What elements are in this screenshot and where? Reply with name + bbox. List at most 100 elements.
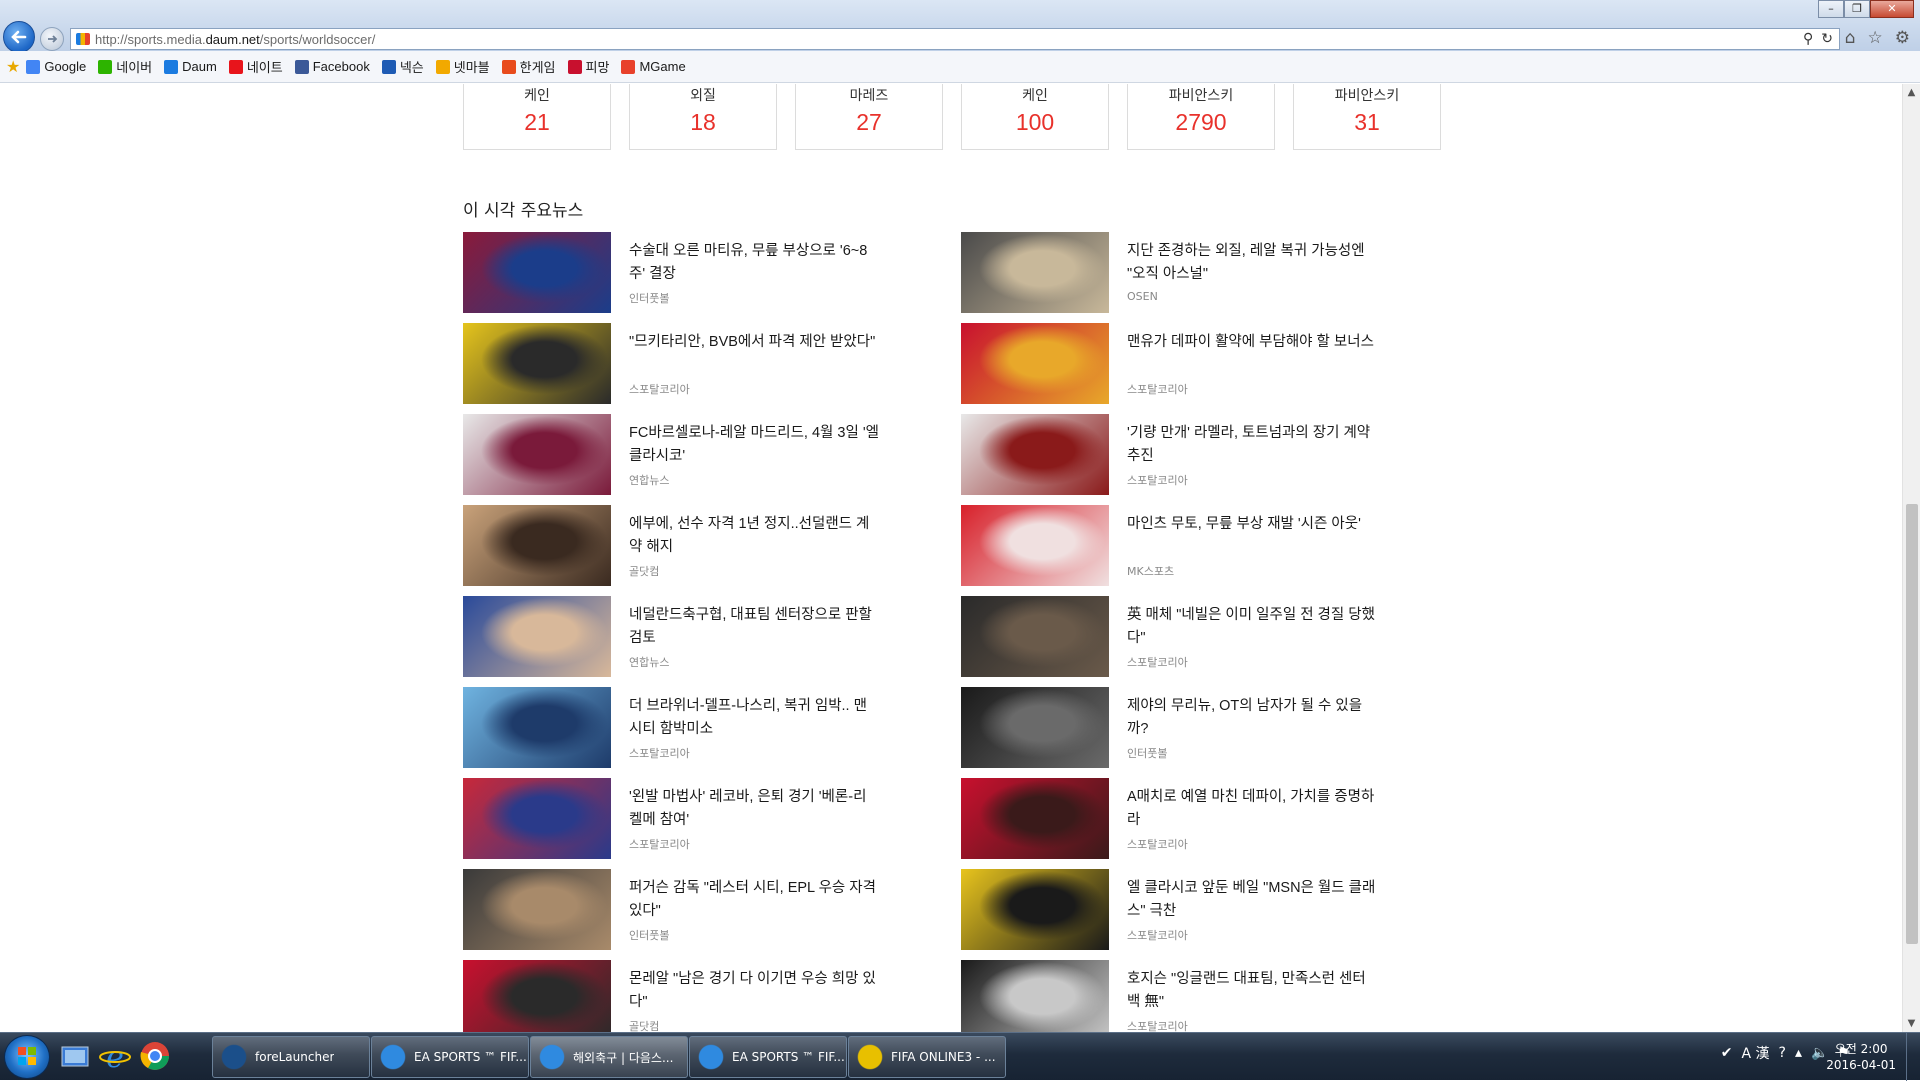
taskbar-window-button[interactable]: EA SPORTS ™ FIF... [689,1036,847,1078]
favorite-link[interactable]: Facebook [294,57,370,76]
news-headline[interactable]: 에부에, 선수 자격 1년 정지..선덜랜드 계약 해지 [629,513,879,559]
favorite-link[interactable]: 넷마블 [435,57,490,76]
favorite-link[interactable]: 피망 [567,57,609,76]
stat-card[interactable]: 케인 100 [961,84,1109,150]
favorite-link[interactable]: MGame [621,57,686,76]
back-button[interactable] [3,21,35,53]
news-item[interactable]: 엘 클라시코 앞둔 베일 "MSN은 월드 클래스" 극찬 스포탈코리아 [961,869,1411,960]
news-item[interactable]: 英 매체 "네빌은 이미 일주일 전 경질 당했다" 스포탈코리아 [961,596,1411,687]
ime-indicator[interactable]: A 漢 [1742,1043,1770,1063]
news-thumbnail[interactable] [463,596,611,677]
news-item[interactable]: 더 브라위너-델프-나스리, 복귀 임박.. 맨시티 함박미소 스포탈코리아 [463,687,913,778]
news-headline[interactable]: 지단 존경하는 외질, 레알 복귀 가능성엔 "오직 아스널" [1127,240,1377,286]
news-headline[interactable]: 네덜란드축구협, 대표팀 센터장으로 판할 검토 [629,604,879,650]
stat-card[interactable]: 파비안스키 31 [1293,84,1441,150]
news-item[interactable]: 에부에, 선수 자격 1년 정지..선덜랜드 계약 해지 골닷컴 [463,505,913,596]
news-item[interactable]: 마인츠 무토, 무릎 부상 재발 '시즌 아웃' MK스포츠 [961,505,1411,596]
close-button[interactable]: ✕ [1870,0,1914,18]
news-item[interactable]: 지단 존경하는 외질, 레알 복귀 가능성엔 "오직 아스널" OSEN [961,232,1411,323]
scroll-down-icon[interactable]: ▼ [1903,1015,1920,1032]
news-thumbnail[interactable] [961,323,1109,404]
tray-expand-icon[interactable]: ▴ [1795,1045,1802,1061]
refresh-icon[interactable]: ↻ [1821,31,1833,47]
news-headline[interactable]: 엘 클라시코 앞둔 베일 "MSN은 월드 클래스" 극찬 [1127,877,1377,923]
favorite-link[interactable]: Google [26,57,86,76]
address-bar[interactable]: http://sports.media.daum.net/sports/worl… [70,28,1840,50]
news-item[interactable]: 퍼거슨 감독 "레스터 시티, EPL 우승 자격있다" 인터풋볼 [463,869,913,960]
news-thumbnail[interactable] [463,505,611,586]
vertical-scrollbar[interactable]: ▲ ▼ [1902,84,1920,1032]
favorite-link[interactable]: 네이버 [98,57,152,76]
news-headline[interactable]: '기량 만개' 라멜라, 토트넘과의 장기 계약 추진 [1127,422,1377,468]
forward-button[interactable] [40,27,64,51]
favorites-icon[interactable]: ☆ [1868,28,1883,48]
favorite-link[interactable]: 한게임 [501,57,556,76]
scroll-thumb[interactable] [1906,504,1918,944]
news-headline[interactable]: 英 매체 "네빌은 이미 일주일 전 경질 당했다" [1127,604,1377,650]
taskbar-window-button[interactable]: FIFA ONLINE3 - ... [848,1036,1006,1078]
news-item[interactable]: 맨유가 데파이 활약에 부담해야 할 보너스 스포탈코리아 [961,323,1411,414]
news-item[interactable]: '왼발 마법사' 레코바, 은퇴 경기 '베론-리켈메 참여' 스포탈코리아 [463,778,913,869]
search-icon[interactable]: ⚲ [1803,31,1813,47]
news-thumbnail[interactable] [961,778,1109,859]
favorite-link[interactable]: Daum [164,57,217,76]
news-headline[interactable]: 호지슨 "잉글랜드 대표팀, 만족스런 센터백 無" [1127,968,1377,1014]
taskbar-window-button[interactable]: foreLauncher [212,1036,370,1078]
maximize-button[interactable]: ❐ [1844,0,1870,18]
news-headline[interactable]: 몬레알 "남은 경기 다 이기면 우승 희망 있다" [629,968,879,1014]
news-thumbnail[interactable] [463,232,611,313]
stat-card[interactable]: 파비안스키 2790 [1127,84,1275,150]
news-thumbnail[interactable] [463,960,611,1032]
favorite-link[interactable]: 네이트 [228,57,283,76]
news-headline[interactable]: 마인츠 무토, 무릎 부상 재발 '시즌 아웃' [1127,513,1377,536]
news-thumbnail[interactable] [961,960,1109,1032]
news-thumbnail[interactable] [463,778,611,859]
favorite-link[interactable]: 넥슨 [381,57,424,76]
minimize-button[interactable]: – [1818,0,1844,18]
chrome-pinned-icon[interactable] [138,1039,172,1073]
scroll-up-icon[interactable]: ▲ [1903,84,1920,101]
news-thumbnail[interactable] [961,687,1109,768]
news-headline[interactable]: "므키타리안, BVB에서 파격 제안 받았다" [629,331,879,354]
stat-card[interactable]: 외질 18 [629,84,777,150]
news-thumbnail[interactable] [463,414,611,495]
news-thumbnail[interactable] [961,505,1109,586]
news-item[interactable]: "므키타리안, BVB에서 파격 제안 받았다" 스포탈코리아 [463,323,913,414]
stat-card[interactable]: 케인 21 [463,84,611,150]
news-thumbnail[interactable] [463,687,611,768]
news-headline[interactable]: 퍼거슨 감독 "레스터 시티, EPL 우승 자격있다" [629,877,879,923]
news-item[interactable]: 네덜란드축구협, 대표팀 센터장으로 판할 검토 연합뉴스 [463,596,913,687]
news-thumbnail[interactable] [463,869,611,950]
news-item[interactable]: 몬레알 "남은 경기 다 이기면 우승 희망 있다" 골닷컴 [463,960,913,1032]
news-headline[interactable]: 맨유가 데파이 활약에 부담해야 할 보너스 [1127,331,1377,354]
explorer-pinned-icon[interactable] [58,1039,92,1073]
news-headline[interactable]: 제야의 무리뉴, OT의 남자가 될 수 있을까? [1127,695,1377,741]
news-item[interactable]: FC바르셀로나-레알 마드리드, 4월 3일 '엘 클라시코' 연합뉴스 [463,414,913,505]
home-icon[interactable]: ⌂ [1845,28,1856,48]
clock[interactable]: 오전 2:00 2016-04-01 [1826,1041,1896,1073]
news-thumbnail[interactable] [463,323,611,404]
news-headline[interactable]: '왼발 마법사' 레코바, 은퇴 경기 '베론-리켈메 참여' [629,786,879,832]
stat-card[interactable]: 마레즈 27 [795,84,943,150]
internet-explorer-pinned-icon[interactable]: e [98,1039,132,1073]
taskbar-window-button[interactable]: EA SPORTS ™ FIF... [371,1036,529,1078]
news-item[interactable]: 호지슨 "잉글랜드 대표팀, 만족스런 센터백 無" 스포탈코리아 [961,960,1411,1032]
taskbar-window-button[interactable]: 해외축구 | 다음스... [530,1036,688,1078]
news-thumbnail[interactable] [961,414,1109,495]
news-thumbnail[interactable] [961,869,1109,950]
news-headline[interactable]: 더 브라위너-델프-나스리, 복귀 임박.. 맨시티 함박미소 [629,695,879,741]
news-headline[interactable]: FC바르셀로나-레알 마드리드, 4월 3일 '엘 클라시코' [629,422,879,468]
news-item[interactable]: A매치로 예열 마친 데파이, 가치를 증명하라 스포탈코리아 [961,778,1411,869]
start-button[interactable] [4,1035,50,1079]
news-headline[interactable]: 수술대 오른 마티유, 무릎 부상으로 '6~8주' 결장 [629,240,879,286]
security-icon[interactable]: ✔ [1721,1045,1733,1061]
settings-gear-icon[interactable]: ⚙ [1895,28,1910,48]
news-item[interactable]: 제야의 무리뉴, OT의 남자가 될 수 있을까? 인터풋볼 [961,687,1411,778]
url-text[interactable]: http://sports.media.daum.net/sports/worl… [95,32,375,47]
favorites-star-icon[interactable]: ★ [6,57,20,77]
news-thumbnail[interactable] [961,596,1109,677]
show-desktop-button[interactable] [1906,1033,1920,1081]
help-icon[interactable]: ? [1779,1045,1786,1061]
news-item[interactable]: 수술대 오른 마티유, 무릎 부상으로 '6~8주' 결장 인터풋볼 [463,232,913,323]
news-headline[interactable]: A매치로 예열 마친 데파이, 가치를 증명하라 [1127,786,1377,832]
